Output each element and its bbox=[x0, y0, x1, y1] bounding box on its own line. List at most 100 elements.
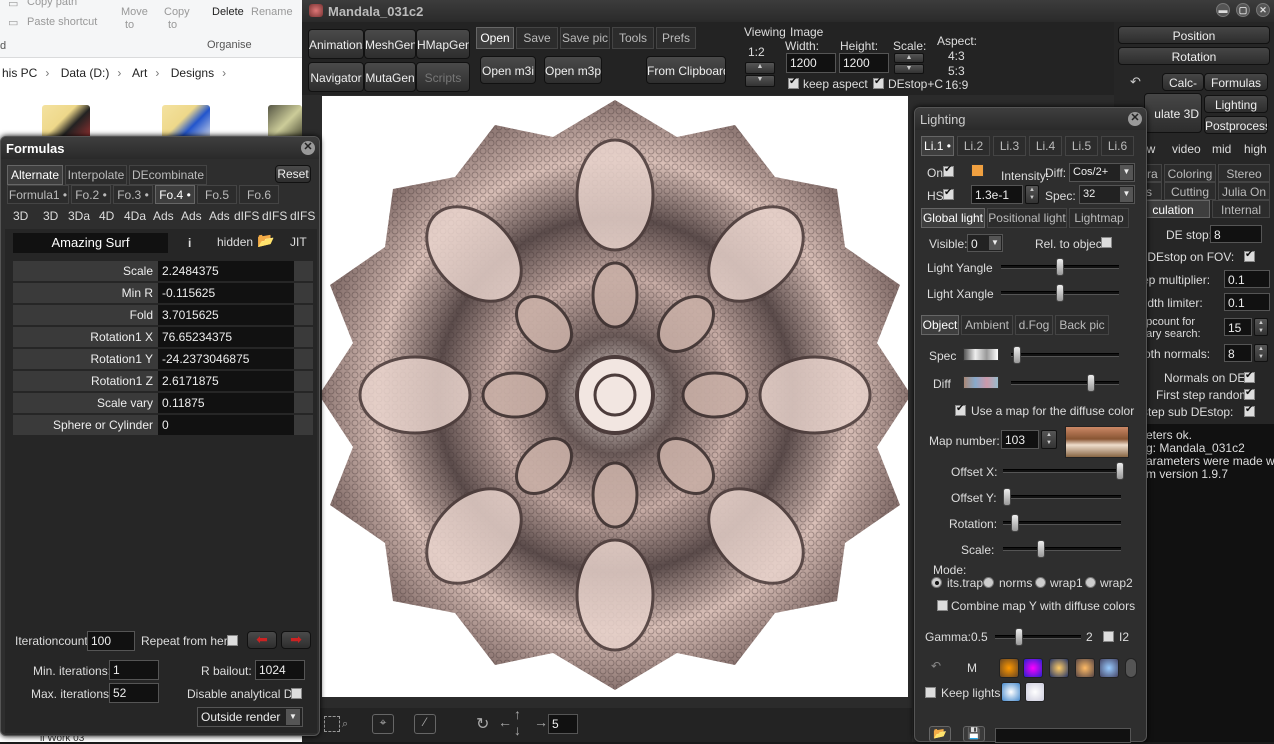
scale-up-button[interactable]: ▲ bbox=[894, 53, 924, 63]
slider-knob[interactable] bbox=[1056, 258, 1064, 276]
chevron-down-icon[interactable]: ▼ bbox=[1120, 165, 1133, 180]
category-3d[interactable]: 3D bbox=[43, 209, 58, 223]
smooth-normals-spin[interactable]: ▲ ▼ bbox=[1254, 344, 1268, 362]
from-clipboard-button[interactable]: From Clipboard bbox=[646, 56, 726, 84]
chevron-down-icon[interactable]: ▼ bbox=[989, 236, 1001, 250]
postprocess-button[interactable]: Postprocess bbox=[1204, 116, 1268, 134]
mode-wrap2-radio[interactable] bbox=[1085, 577, 1096, 588]
param-row[interactable]: Min R -0.115625 bbox=[13, 283, 313, 303]
slider-knob[interactable] bbox=[1011, 514, 1019, 532]
outside-render-select[interactable]: Outside render ▼ bbox=[197, 707, 303, 727]
breadcrumb-this-pc[interactable]: his PC bbox=[2, 66, 37, 80]
jit-label[interactable]: JIT bbox=[290, 235, 307, 249]
height-input[interactable]: 1200 bbox=[839, 53, 889, 73]
category-3d[interactable]: 3D bbox=[13, 209, 28, 223]
hs-checkbox[interactable] bbox=[943, 187, 954, 200]
quality-high[interactable]: high bbox=[1244, 142, 1267, 156]
param-value-input[interactable]: 2.6171875 bbox=[158, 371, 294, 391]
move-to-button[interactable]: Move bbox=[121, 6, 148, 18]
paste-shortcut-button[interactable]: Paste shortcut bbox=[27, 16, 97, 28]
animations-button[interactable]: Animations bbox=[308, 29, 364, 59]
mutagen-button[interactable]: MutaGen bbox=[364, 62, 416, 92]
slider-knob[interactable] bbox=[1056, 284, 1064, 302]
param-row[interactable]: Rotation1 X 76.65234375 bbox=[13, 327, 313, 347]
light-preset-icon[interactable] bbox=[1049, 658, 1069, 678]
tab-light-2[interactable]: Li.2 bbox=[957, 136, 990, 156]
tab-calculation[interactable]: culation bbox=[1136, 200, 1210, 218]
param-value-input[interactable]: -0.115625 bbox=[158, 283, 294, 303]
move-down-icon[interactable]: ↓ bbox=[514, 722, 521, 738]
map-preview-thumbnail[interactable] bbox=[1065, 426, 1129, 458]
tab-decombinate[interactable]: DEcombinate bbox=[129, 165, 207, 185]
aspect-4-3[interactable]: 4:3 bbox=[948, 49, 965, 63]
reset-button[interactable]: Reset bbox=[275, 165, 311, 183]
tab-coloring[interactable]: Coloring bbox=[1164, 164, 1216, 182]
calc-button[interactable]: Calc- bbox=[1162, 73, 1204, 91]
keep-aspect-checkbox[interactable] bbox=[788, 76, 799, 89]
use-map-checkbox[interactable] bbox=[955, 403, 966, 416]
diff-color-gradient[interactable] bbox=[963, 376, 999, 389]
minimize-icon[interactable]: ▬ bbox=[1216, 3, 1230, 17]
tab-julia-on[interactable]: Julia On bbox=[1218, 182, 1270, 200]
slider-knob[interactable] bbox=[1116, 462, 1124, 480]
disable-analytical-de-checkbox[interactable] bbox=[291, 688, 302, 699]
stepcount-input[interactable]: 15 bbox=[1224, 318, 1252, 336]
open-m3i-button[interactable]: Open m3i bbox=[480, 56, 536, 84]
scripts-button[interactable]: Scripts bbox=[416, 62, 470, 92]
rename-button[interactable]: Rename bbox=[251, 6, 293, 18]
calculate-3d-button[interactable]: ulate 3D bbox=[1144, 93, 1202, 133]
width-input[interactable]: 1200 bbox=[786, 53, 836, 73]
chevron-down-icon[interactable]: ▼ bbox=[286, 709, 300, 725]
tab-tools[interactable]: Tools bbox=[612, 27, 654, 49]
mode-its-trap-radio[interactable] bbox=[931, 577, 942, 588]
tab-light-6[interactable]: Li.6 bbox=[1101, 136, 1134, 156]
diff-slider[interactable] bbox=[1011, 374, 1119, 392]
visible-select[interactable]: 0 ▼ bbox=[967, 234, 1003, 252]
repeat-from-here-checkbox[interactable] bbox=[227, 635, 238, 646]
param-row[interactable]: Rotation1 Y -24.2373046875 bbox=[13, 349, 313, 369]
light-preset-icon[interactable] bbox=[1099, 658, 1119, 678]
width-limiter-input[interactable]: 0.1 bbox=[1224, 293, 1270, 311]
spec-slider[interactable] bbox=[1011, 346, 1119, 364]
step-multiplier-input[interactable]: 0.1 bbox=[1224, 270, 1270, 288]
lighting-button[interactable]: Lighting bbox=[1204, 95, 1268, 113]
map-number-spin[interactable]: ▲ ▼ bbox=[1041, 430, 1057, 449]
move-up-icon[interactable]: ↑ bbox=[514, 706, 521, 722]
light-xangle-slider[interactable] bbox=[1001, 284, 1119, 302]
tab-formula6[interactable]: Fo.6 bbox=[239, 185, 279, 204]
offset-y-slider[interactable] bbox=[1003, 488, 1121, 506]
slider-knob[interactable] bbox=[1037, 540, 1045, 558]
slider-knob[interactable] bbox=[1015, 628, 1023, 646]
hs-spin[interactable]: ▲ ▼ bbox=[1025, 185, 1039, 204]
param-value-input[interactable]: 76.65234375 bbox=[158, 327, 294, 347]
formula-name-field[interactable]: Amazing Surf bbox=[13, 233, 168, 253]
formula-info-icon[interactable]: i bbox=[188, 236, 191, 250]
tab-cutting[interactable]: Cutting bbox=[1164, 182, 1216, 200]
navigator-button[interactable]: Navigator bbox=[308, 62, 364, 92]
r-bailout-input[interactable]: 1024 bbox=[255, 660, 305, 680]
copy-to-button-line2[interactable]: to bbox=[168, 19, 177, 31]
move-to-button-line2[interactable]: to bbox=[125, 19, 134, 31]
rotation-button[interactable]: Rotation bbox=[1118, 47, 1270, 65]
save-disk-icon[interactable]: 💾 bbox=[963, 726, 985, 742]
copy-to-button[interactable]: Copy bbox=[164, 6, 190, 18]
param-value-input[interactable]: 0 bbox=[158, 415, 294, 435]
tab-back-pic[interactable]: Back pic bbox=[1055, 315, 1109, 335]
quality-mid[interactable]: mid bbox=[1212, 142, 1231, 156]
meshgen-button[interactable]: MeshGen bbox=[364, 29, 416, 59]
param-value-input[interactable]: 3.7015625 bbox=[158, 305, 294, 325]
tab-formula4[interactable]: Fo.4 • bbox=[155, 185, 195, 204]
mode-wrap1-radio[interactable] bbox=[1035, 577, 1046, 588]
undo-icon[interactable]: ↶ bbox=[1130, 74, 1141, 90]
step-input[interactable]: 5 bbox=[548, 714, 578, 734]
tab-light-3[interactable]: Li.3 bbox=[993, 136, 1026, 156]
normals-on-de-checkbox[interactable] bbox=[1244, 370, 1255, 383]
close-icon[interactable]: ✕ bbox=[1256, 3, 1270, 17]
tab-alternate[interactable]: Alternate bbox=[7, 165, 63, 185]
category-ads[interactable]: Ads bbox=[153, 209, 174, 223]
destop-c-checkbox[interactable] bbox=[873, 76, 884, 89]
breadcrumb-designs[interactable]: Designs bbox=[171, 66, 214, 80]
hidden-label[interactable]: hidden bbox=[217, 235, 253, 249]
slider-knob[interactable] bbox=[1003, 488, 1011, 506]
param-row[interactable]: Fold 3.7015625 bbox=[13, 305, 313, 325]
